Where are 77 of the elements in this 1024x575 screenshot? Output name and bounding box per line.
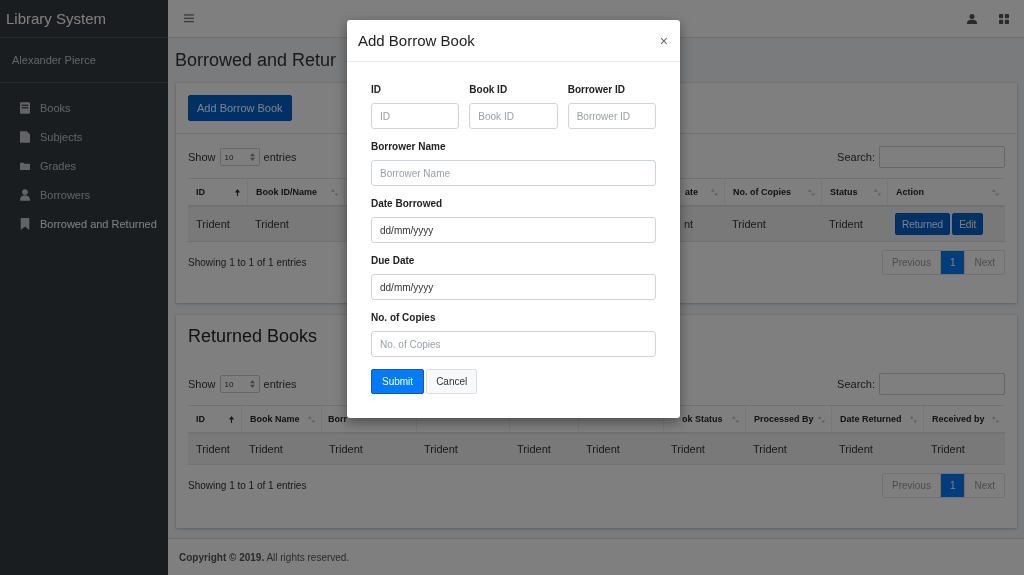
page-size-select[interactable]: 10 — [219, 148, 260, 166]
table-cell-text: Trident — [585, 442, 621, 457]
table-cell-text: Trident — [838, 442, 874, 457]
user-icon — [20, 188, 30, 201]
input-field[interactable]: Book ID — [469, 103, 558, 129]
caret-icon — [249, 380, 255, 388]
input-field[interactable]: No. of Copies — [371, 331, 656, 357]
column-header[interactable]: Received by — [923, 406, 1005, 432]
column-header[interactable]: Book Name — [241, 406, 321, 432]
input-field[interactable]: dd/mm/yyyy — [371, 274, 656, 300]
sidebar-item[interactable]: Books — [0, 93, 168, 122]
submit-button[interactable]: Submit — [371, 369, 425, 394]
caret-icon — [249, 153, 255, 161]
search-field[interactable] — [879, 373, 1005, 395]
field-label: Due Date — [371, 255, 416, 266]
table-cell-text: Trident — [516, 442, 552, 457]
column-header[interactable]: Date Returned — [831, 406, 923, 432]
table-cell-text: Trident — [670, 442, 706, 457]
modal-title: Add Borrow Book — [358, 32, 475, 49]
column-header[interactable]: Book ID/Name — [247, 179, 344, 205]
file-icon — [20, 130, 30, 143]
copyright-text: Copyright © 2019. All rights reserved. — [179, 551, 350, 563]
entries-label: entries — [263, 151, 297, 163]
field-label: Borrower ID — [567, 84, 626, 95]
field-label: Date Borrowed — [371, 198, 444, 209]
table-cell-text: Trident — [195, 217, 231, 232]
table-info: Showing 1 to 1 of 1 entries — [188, 257, 307, 268]
column-header[interactable]: Action — [887, 179, 1005, 205]
page-title: Borrowed and Retur — [175, 50, 338, 71]
pagination-link[interactable]: 1 — [939, 474, 965, 497]
table-cell-text: Trident — [248, 442, 284, 457]
input-field[interactable]: Borrower Name — [371, 160, 656, 186]
table-cell-text: Trident — [828, 217, 864, 232]
user-icon[interactable] — [967, 13, 977, 24]
table-cell-text: Trident — [195, 442, 231, 457]
menu-icon[interactable] — [184, 14, 194, 23]
table-cell-text: Trident — [930, 442, 966, 457]
table-cell-text: Trident — [752, 442, 788, 457]
grid-icon[interactable] — [999, 13, 1009, 24]
column-header[interactable]: ID — [188, 179, 247, 205]
book-icon — [20, 101, 30, 114]
page-size-select[interactable]: 10 — [219, 375, 260, 393]
column-header[interactable]: Status — [821, 179, 887, 205]
card-title: Returned Books — [187, 326, 319, 347]
input-field[interactable]: dd/mm/yyyy — [371, 217, 656, 243]
sidebar-item[interactable]: Grades — [0, 151, 168, 180]
table-cell-text: nt — [683, 217, 695, 232]
table-cell-text: Trident — [423, 442, 459, 457]
input-field[interactable]: ID — [371, 103, 460, 129]
search-label: Search: — [837, 151, 875, 163]
table-info: Showing 1 to 1 of 1 entries — [188, 480, 307, 491]
edit-button[interactable]: Edit — [952, 213, 984, 235]
field-label: No. of Copies — [371, 312, 437, 323]
input-field[interactable]: Borrower ID — [567, 103, 656, 129]
table-cell-text: Trident — [254, 217, 290, 232]
close-button[interactable]: × — [657, 32, 670, 49]
entries-label: entries — [263, 378, 297, 390]
field-label: ID — [371, 84, 382, 95]
add-borrow-button[interactable]: Add Borrow Book — [188, 95, 292, 121]
returned-button[interactable]: Returned — [895, 213, 951, 235]
bookmark-icon — [20, 217, 30, 230]
search-label: Search: — [837, 378, 875, 390]
field-label: Book ID — [469, 84, 509, 95]
column-header[interactable]: Processed By — [745, 406, 831, 432]
column-header[interactable]: No. of Copies — [724, 179, 821, 205]
sidebar-item[interactable]: Subjects — [0, 122, 168, 151]
sidebar-item[interactable]: Borrowers — [0, 180, 168, 209]
search-field[interactable] — [879, 146, 1005, 168]
show-label: Show — [188, 378, 216, 390]
sidebar-item[interactable]: Borrowed and Returned — [0, 209, 168, 238]
pagination-link[interactable]: 1 — [939, 251, 965, 274]
table-cell-text: Trident — [731, 217, 767, 232]
cancel-button[interactable]: Cancel — [426, 369, 478, 394]
column-header[interactable]: ID — [188, 406, 241, 432]
field-label: Borrower Name — [371, 141, 447, 152]
table-cell-text: Trident — [328, 442, 364, 457]
show-label: Show — [188, 151, 216, 163]
